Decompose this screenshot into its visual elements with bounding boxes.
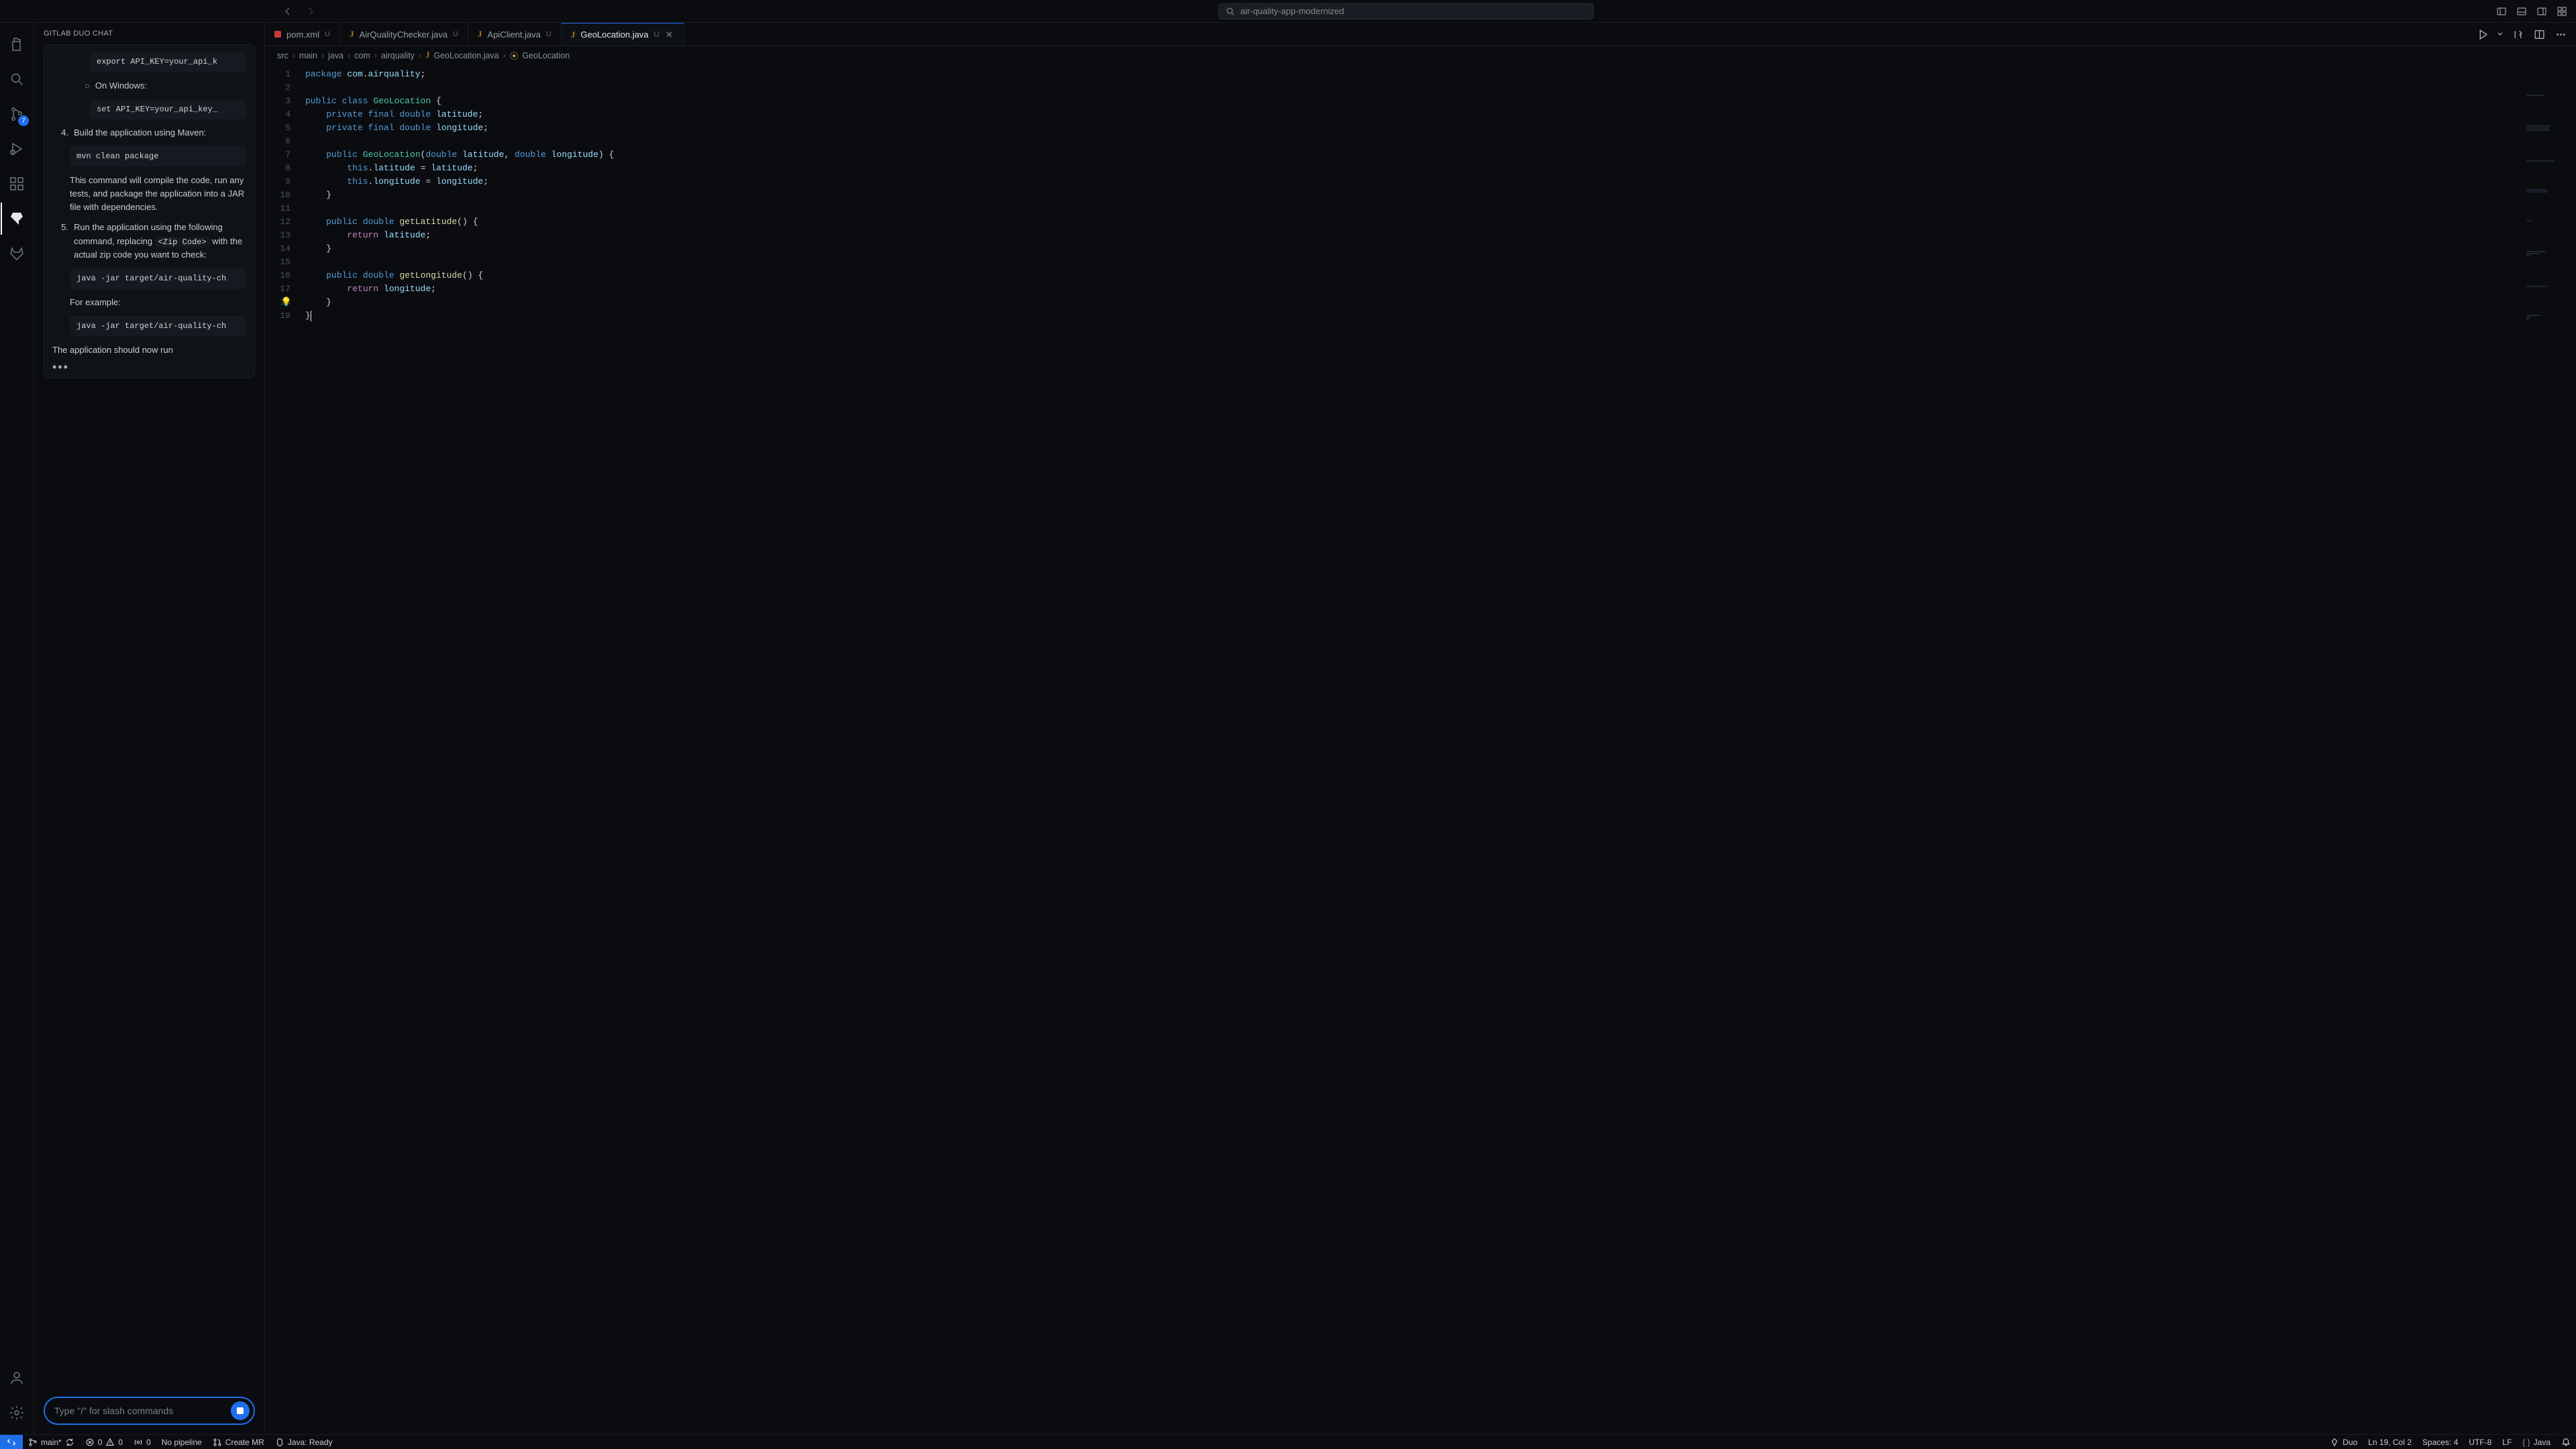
code-snippet: export API_KEY=your_api_k	[90, 52, 246, 72]
status-cursor-position[interactable]: Ln 19, Col 2	[2363, 1438, 2417, 1447]
chat-text: For example:	[70, 296, 246, 309]
tab-geolocation[interactable]: J GeoLocation.java U ✕	[561, 23, 684, 46]
chat-text: On Windows:	[95, 79, 147, 93]
toggle-secondary-sidebar-button[interactable]	[2533, 4, 2551, 19]
tab-label: GeoLocation.java	[580, 30, 648, 40]
tab-label: pom.xml	[286, 30, 319, 40]
status-encoding[interactable]: UTF-8	[2463, 1438, 2497, 1447]
toggle-primary-sidebar-button[interactable]	[2493, 4, 2510, 19]
tab-status-badge: U	[325, 30, 330, 38]
code-snippet: mvn clean package	[70, 146, 246, 167]
nav-forward-button[interactable]	[302, 3, 319, 20]
chat-text: The application should now run	[52, 343, 246, 357]
chat-text: Run the application using the following …	[74, 221, 246, 262]
chat-text: Build the application using Maven:	[74, 126, 206, 140]
tab-airqualitychecker[interactable]: J AirQualityChecker.java U	[340, 23, 468, 46]
command-center-search[interactable]: air-quality-app-modernized	[1218, 3, 1594, 19]
typing-indicator: •••	[52, 364, 246, 371]
status-language[interactable]: { } Java	[2517, 1438, 2556, 1447]
chat-panel-title: GITLAB DUO CHAT	[44, 30, 255, 38]
titlebar: air-quality-app-modernized	[0, 0, 2576, 23]
search-text: air-quality-app-modernized	[1240, 6, 1344, 16]
chat-text: This command will compile the code, run …	[70, 174, 246, 214]
code-editor[interactable]: 1234567891011121314151617💡1819 package c…	[265, 65, 2576, 1434]
breadcrumb-file[interactable]: GeoLocation.java	[433, 51, 498, 60]
status-problems[interactable]: 0 0	[80, 1435, 128, 1449]
breadcrumb-segment[interactable]: airquality	[381, 51, 415, 60]
chat-message: export API_KEY=your_api_k ○On Windows: s…	[44, 44, 255, 378]
java-icon: J	[478, 29, 482, 40]
status-branch[interactable]: main*	[23, 1435, 80, 1449]
breadcrumb-symbol[interactable]: GeoLocation	[522, 51, 570, 60]
scm-badge: 7	[18, 115, 29, 126]
status-duo[interactable]: Duo	[2324, 1438, 2363, 1447]
activity-run[interactable]	[1, 133, 33, 165]
status-pipeline[interactable]: No pipeline	[156, 1435, 207, 1449]
tab-status-badge: U	[546, 30, 551, 38]
tab-label: ApiClient.java	[488, 30, 541, 40]
activity-explorer[interactable]	[1, 28, 33, 60]
sync-icon	[65, 1438, 74, 1447]
chat-input-container	[44, 1397, 255, 1425]
activity-bar: 7	[0, 23, 34, 1434]
breadcrumb[interactable]: src› main› java› com› airquality› J GeoL…	[265, 46, 2576, 65]
editor-tabs: pom.xml U J AirQualityChecker.java U J A…	[265, 23, 2576, 46]
lightbulb-icon[interactable]: 💡	[281, 296, 292, 309]
run-dropdown-button[interactable]	[2496, 25, 2505, 43]
activity-extensions[interactable]	[1, 168, 33, 200]
breadcrumb-segment[interactable]: java	[328, 51, 343, 60]
tab-status-badge: U	[654, 31, 659, 39]
remote-indicator[interactable]	[0, 1435, 23, 1449]
activity-duo-chat[interactable]	[1, 203, 33, 235]
java-icon: J	[571, 30, 576, 40]
stop-icon	[237, 1407, 244, 1414]
search-icon	[1226, 7, 1235, 16]
status-java-ready[interactable]: Java: Ready	[270, 1435, 338, 1449]
status-create-mr[interactable]: Create MR	[207, 1435, 270, 1449]
code-content[interactable]: package com.airquality; public class Geo…	[299, 65, 2576, 1434]
status-notifications[interactable]	[2556, 1438, 2576, 1447]
status-indentation[interactable]: Spaces: 4	[2417, 1438, 2463, 1447]
tab-label: AirQualityChecker.java	[360, 30, 448, 40]
activity-gitlab[interactable]	[1, 237, 33, 270]
split-editor-button[interactable]	[2530, 25, 2548, 43]
breadcrumb-segment[interactable]: src	[277, 51, 288, 60]
activity-accounts[interactable]	[1, 1362, 33, 1394]
code-snippet: java -jar target/air-quality-ch	[70, 316, 246, 337]
java-icon: J	[350, 29, 354, 40]
tab-apiclient[interactable]: J ApiClient.java U	[468, 23, 561, 46]
activity-settings[interactable]	[1, 1397, 33, 1429]
minimap[interactable]	[2526, 68, 2573, 108]
status-bar: main* 0 0 0 No pipeline Create MR Java: …	[0, 1434, 2576, 1449]
tab-status-badge: U	[453, 30, 458, 38]
java-icon: J	[425, 50, 429, 60]
activity-scm[interactable]: 7	[1, 98, 33, 130]
activity-search[interactable]	[1, 63, 33, 95]
status-ports[interactable]: 0	[128, 1435, 156, 1449]
chat-input[interactable]	[54, 1405, 231, 1416]
tab-close-button[interactable]: ✕	[665, 30, 674, 40]
toggle-panel-button[interactable]	[2513, 4, 2530, 19]
class-icon: ⦿	[510, 49, 519, 62]
nav-back-button[interactable]	[279, 3, 297, 20]
status-eol[interactable]: LF	[2497, 1438, 2517, 1447]
code-snippet: set API_KEY=your_api_key_	[90, 99, 246, 120]
breadcrumb-segment[interactable]: com	[354, 51, 370, 60]
chat-stop-button[interactable]	[231, 1401, 250, 1420]
run-file-button[interactable]	[2474, 25, 2491, 43]
code-snippet: java -jar target/air-quality-ch	[70, 268, 246, 289]
compare-changes-button[interactable]	[2509, 25, 2526, 43]
editor-area: pom.xml U J AirQualityChecker.java U J A…	[265, 23, 2576, 1434]
customize-layout-button[interactable]	[2553, 4, 2571, 19]
more-actions-button[interactable]	[2552, 25, 2569, 43]
tab-pom-xml[interactable]: pom.xml U	[265, 23, 340, 46]
line-gutter: 1234567891011121314151617💡1819	[265, 65, 299, 1434]
maven-icon	[274, 31, 281, 38]
chat-panel: GITLAB DUO CHAT export API_KEY=your_api_…	[34, 23, 265, 1434]
breadcrumb-segment[interactable]: main	[299, 51, 317, 60]
